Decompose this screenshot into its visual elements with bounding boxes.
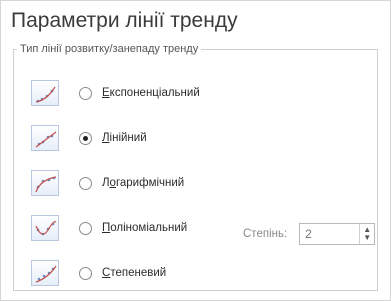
label-power: Степеневий xyxy=(102,267,167,279)
degree-label: Степінь: xyxy=(243,228,288,240)
radio-exponential[interactable] xyxy=(79,86,92,100)
label-exponential: Експоненціальний xyxy=(102,87,200,99)
panel-title: Параметри лінії тренду xyxy=(11,9,238,32)
linear-trend-icon xyxy=(31,125,59,151)
option-polynomial[interactable]: Поліноміальний xyxy=(31,213,187,243)
radio-logarithmic[interactable] xyxy=(79,176,92,190)
polynomial-trend-icon xyxy=(31,215,59,241)
radio-linear[interactable] xyxy=(79,131,92,145)
option-linear[interactable]: Лінійний xyxy=(31,123,147,153)
group-title: Тип лінії розвитку/занепаду тренду xyxy=(17,43,202,55)
logarithmic-trend-icon xyxy=(31,170,59,196)
option-exponential[interactable]: Експоненціальний xyxy=(31,78,200,108)
spinner-arrows[interactable]: ▲ ▼ xyxy=(359,224,374,244)
radio-polynomial[interactable] xyxy=(79,221,92,235)
spin-down-icon[interactable]: ▼ xyxy=(363,234,371,242)
option-power[interactable]: Степеневий xyxy=(31,258,166,288)
polynomial-degree: Степінь: 2 ▲ ▼ xyxy=(243,223,376,245)
degree-value[interactable]: 2 xyxy=(300,227,312,241)
exponential-trend-icon xyxy=(31,80,59,106)
label-linear: Лінійний xyxy=(102,132,147,144)
trendline-options-panel: Параметри лінії тренду Тип лінії розвитк… xyxy=(0,0,391,301)
power-trend-icon xyxy=(31,260,59,286)
label-polynomial: Поліноміальний xyxy=(102,222,188,234)
label-logarithmic: Логарифмічний xyxy=(102,177,185,189)
radio-power[interactable] xyxy=(79,266,92,280)
option-logarithmic[interactable]: Логарифмічний xyxy=(31,168,184,198)
degree-spinner[interactable]: 2 ▲ ▼ xyxy=(299,223,376,245)
